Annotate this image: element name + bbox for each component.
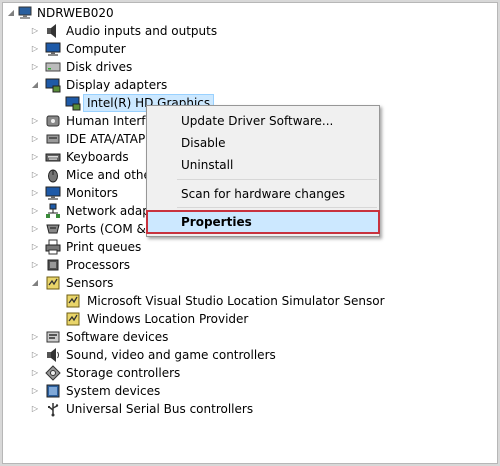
software-device-icon [45,329,61,345]
menu-item-label: Uninstall [181,158,234,172]
collapse-arrow-icon[interactable]: ◢ [31,76,39,94]
menu-item-label: Disable [181,136,226,150]
collapse-arrow-icon[interactable]: ◢ [7,4,15,22]
processor-icon [45,257,61,273]
menu-item-label: Scan for hardware changes [181,187,346,201]
menu-separator [177,207,377,208]
tree-item-label: Sensors [66,276,114,290]
sensor-device-icon [65,293,81,309]
expand-arrow-icon[interactable]: ▷ [31,202,39,220]
printer-icon [45,239,61,255]
hid-icon [45,113,61,129]
computer-root-icon [17,5,33,21]
expand-arrow-icon[interactable]: ▷ [31,40,39,58]
expand-arrow-icon[interactable]: ▷ [31,238,39,256]
tree-item-label: IDE ATA/ATAP [66,132,146,146]
speaker-icon [45,23,61,39]
expand-arrow-icon[interactable]: ▷ [31,256,39,274]
disk-drive-icon [45,59,61,75]
tree-item-label: Software devices [66,330,169,344]
expand-arrow-icon[interactable]: ▷ [31,328,39,346]
tree-root-label: NDRWEB020 [37,6,114,20]
tree-item-label: Ports (COM & [66,222,146,236]
menu-item-scan-hardware[interactable]: Scan for hardware changes [147,183,379,205]
device-tree-pane[interactable]: ◢ NDRWEB020 ▷ Audio inputs and outputs ▷… [2,2,498,464]
storage-controller-icon [45,365,61,381]
expand-arrow-icon[interactable]: ▷ [31,148,39,166]
menu-separator [177,179,377,180]
menu-item-properties[interactable]: Properties [146,210,380,234]
tree-item-label: Audio inputs and outputs [66,24,218,38]
expand-arrow-icon[interactable]: ▷ [31,22,39,40]
tree-item-label: Universal Serial Bus controllers [66,402,254,416]
expand-arrow-icon[interactable]: ▷ [31,184,39,202]
keyboard-icon [45,149,61,165]
menu-item-label: Properties [181,215,252,229]
context-menu: Update Driver Software... Disable Uninst… [146,105,380,237]
sensor-device-icon [65,311,81,327]
tree-item-label: Storage controllers [66,366,181,380]
expand-arrow-icon[interactable]: ▷ [31,346,39,364]
sound-icon [45,347,61,363]
expand-arrow-icon[interactable]: ▷ [31,166,39,184]
tree-item-label: Windows Location Provider [87,312,249,326]
expand-arrow-icon[interactable]: ▷ [31,58,39,76]
tree-item-label: Processors [66,258,131,272]
tree-item-label: Monitors [66,186,118,200]
menu-item-update-driver[interactable]: Update Driver Software... [147,110,379,132]
usb-icon [45,401,61,417]
expand-arrow-icon[interactable]: ▷ [31,220,39,238]
menu-item-disable[interactable]: Disable [147,132,379,154]
tree-item-label: Keyboards [66,150,129,164]
tree-item-label: Sound, video and game controllers [66,348,276,362]
expand-arrow-icon[interactable]: ▷ [31,112,39,130]
collapse-arrow-icon[interactable]: ◢ [31,274,39,292]
system-device-icon [45,383,61,399]
expand-arrow-icon[interactable]: ▷ [31,382,39,400]
network-icon [45,203,61,219]
expand-arrow-icon[interactable]: ▷ [31,400,39,418]
monitor-icon [45,185,61,201]
tree-item-label: Display adapters [66,78,168,92]
expand-arrow-icon[interactable]: ▷ [31,364,39,382]
menu-item-label: Update Driver Software... [181,114,334,128]
monitor-icon [45,41,61,57]
tree-item-label: System devices [66,384,161,398]
ide-controller-icon [45,131,61,147]
display-adapter-icon [45,77,61,93]
menu-item-uninstall[interactable]: Uninstall [147,154,379,176]
tree-item-label: Disk drives [66,60,133,74]
port-icon [45,221,61,237]
tree-item-label: Network adapt [66,204,155,218]
display-adapter-icon [65,95,81,111]
tree-item-label: Print queues [66,240,142,254]
tree-item-label: Computer [66,42,126,56]
sensor-icon [45,275,61,291]
tree-item-label: Microsoft Visual Studio Location Simulat… [87,294,385,308]
tree-item-label: Human Interfa [66,114,153,128]
expand-arrow-icon[interactable]: ▷ [31,130,39,148]
mouse-icon [45,167,61,183]
tree-item-label: Mice and other [66,168,156,182]
